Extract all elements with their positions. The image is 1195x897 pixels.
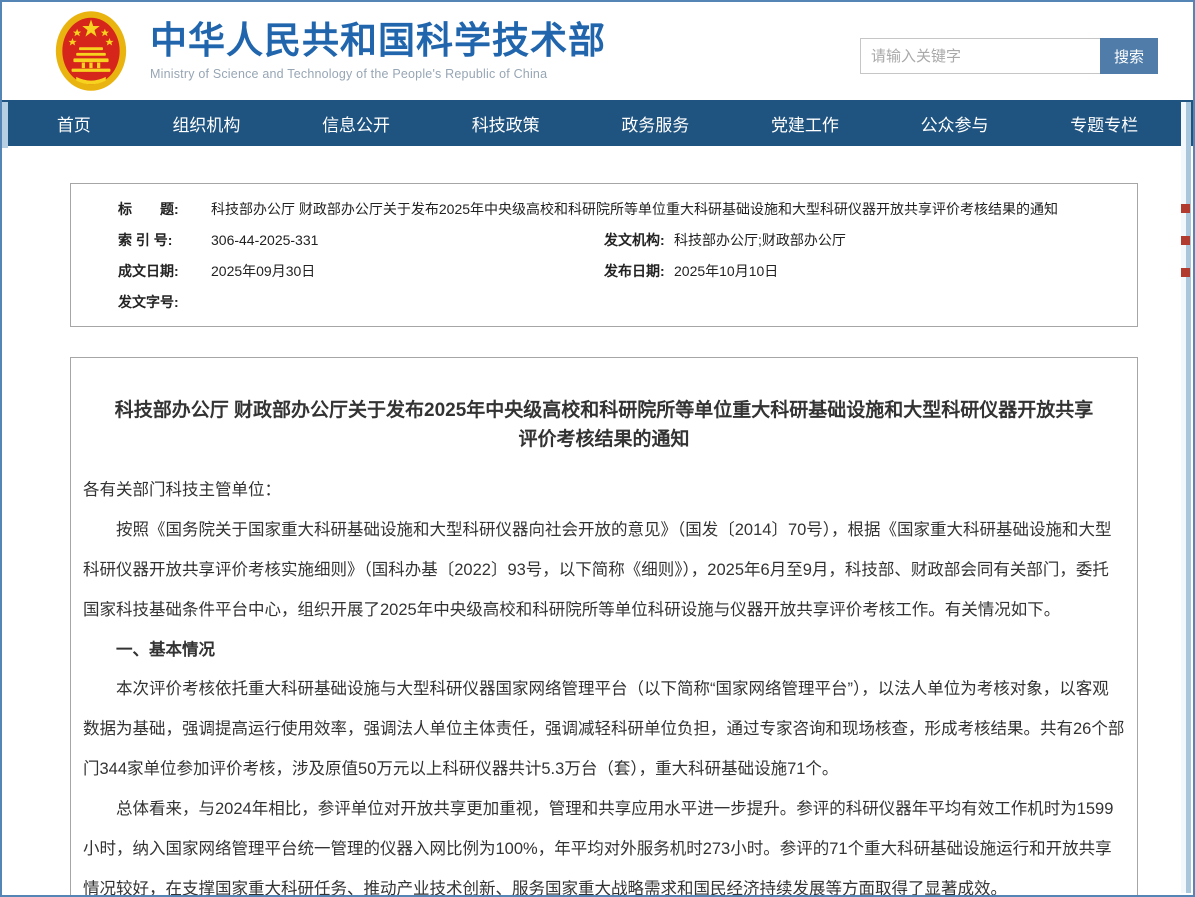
- china-emblem-icon: [55, 11, 127, 91]
- nav-item-organization[interactable]: 组织机构: [172, 111, 240, 136]
- meta-label-title: 标 题:: [118, 201, 179, 217]
- site-title-block: 中华人民共和国科学技术部 Ministry of Science and Tec…: [150, 20, 606, 81]
- article-title: 科技部办公厅 财政部办公厅关于发布2025年中央级高校和科研院所等单位重大科研基…: [114, 400, 1094, 451]
- meta-label-issuing-org: 发文机构:: [604, 232, 665, 248]
- article-paragraph-1: 按照《国务院关于国家重大科研基础设施和大型科研仪器向社会开放的意见》（国发〔20…: [83, 520, 1112, 619]
- site-header: 中华人民共和国科学技术部 Ministry of Science and Tec…: [2, 2, 1193, 100]
- article-salutation: 各有关部门科技主管单位：: [83, 480, 281, 499]
- meta-row-dates: 成文日期: 2025年09月30日 发布日期: 2025年10月10日: [71, 256, 1137, 287]
- nav-item-sci-tech-policy[interactable]: 科技政策: [472, 111, 540, 136]
- article-body: 各有关部门科技主管单位： 按照《国务院关于国家重大科研基础设施和大型科研仪器向社…: [83, 471, 1125, 897]
- nav-left-sliver: [2, 102, 8, 148]
- search-input[interactable]: [860, 38, 1100, 74]
- nav-item-gov-services[interactable]: 政务服务: [621, 111, 689, 136]
- meta-value-index-number: 306-44-2025-331: [211, 232, 319, 248]
- nav-item-public-participation[interactable]: 公众参与: [921, 111, 989, 136]
- meta-label-index-number: 索 引 号:: [118, 232, 173, 248]
- side-marker-2: [1181, 236, 1190, 245]
- meta-row-index-issuer: 索 引 号: 306-44-2025-331 发文机构: 科技部办公厅;财政部办…: [71, 225, 1137, 256]
- side-marker-1: [1181, 204, 1190, 213]
- meta-value-issuing-org: 科技部办公厅;财政部办公厅: [674, 232, 846, 248]
- site-title: 中华人民共和国科学技术部: [150, 20, 606, 62]
- scrollbar-thumb[interactable]: [1186, 102, 1191, 893]
- meta-label-date-written: 成文日期:: [118, 263, 179, 279]
- site-subtitle: Ministry of Science and Technology of th…: [150, 66, 548, 81]
- article-paragraph-3: 总体看来，与2024年相比，参评单位对开放共享更加重视，管理和共享应用水平进一步…: [83, 800, 1114, 897]
- meta-value-date-published: 2025年10月10日: [674, 263, 779, 279]
- meta-value-date-written: 2025年09月30日: [211, 263, 316, 279]
- main-nav: 首页 组织机构 信息公开 科技政策 政务服务 党建工作 公众参与 专题专栏: [2, 100, 1193, 146]
- article-section-heading-1: 一、基本情况: [116, 640, 215, 659]
- document-content-box: 科技部办公厅 财政部办公厅关于发布2025年中央级高校和科研院所等单位重大科研基…: [70, 357, 1138, 897]
- meta-label-date-published: 发布日期:: [604, 263, 665, 279]
- document-meta-box: 标 题: 科技部办公厅 财政部办公厅关于发布2025年中央级高校和科研院所等单位…: [70, 183, 1138, 327]
- meta-value-title: 科技部办公厅 财政部办公厅关于发布2025年中央级高校和科研院所等单位重大科研基…: [211, 201, 1059, 217]
- search-area: 搜索: [860, 38, 1158, 74]
- nav-item-party-building[interactable]: 党建工作: [771, 111, 839, 136]
- national-emblem-logo[interactable]: [54, 10, 128, 92]
- nav-item-info-disclosure[interactable]: 信息公开: [322, 111, 390, 136]
- page-frame: 中华人民共和国科学技术部 Ministry of Science and Tec…: [0, 0, 1195, 897]
- meta-row-title: 标 题: 科技部办公厅 财政部办公厅关于发布2025年中央级高校和科研院所等单位…: [71, 194, 1137, 225]
- nav-item-special-topics[interactable]: 专题专栏: [1070, 111, 1138, 136]
- search-button[interactable]: 搜索: [1100, 38, 1158, 74]
- meta-label-doc-number: 发文字号:: [118, 294, 179, 310]
- meta-row-doc-number: 发文字号:: [71, 287, 1137, 318]
- nav-item-home[interactable]: 首页: [57, 111, 91, 136]
- article-paragraph-2: 本次评价考核依托重大科研基础设施与大型科研仪器国家网络管理平台（以下简称“国家网…: [83, 680, 1125, 779]
- side-marker-3: [1181, 268, 1190, 277]
